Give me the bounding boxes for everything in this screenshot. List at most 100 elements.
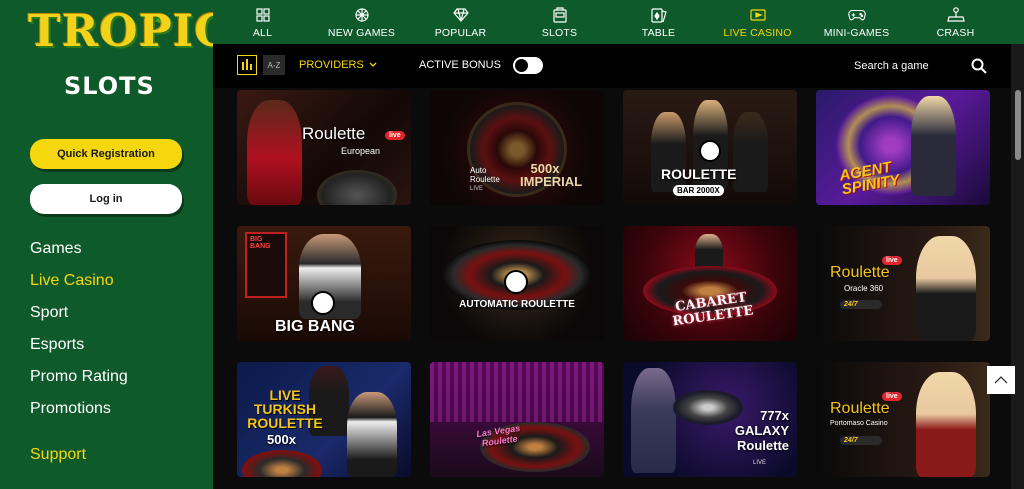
cards-icon [650,7,668,23]
sidebar-item-support[interactable]: Support [30,446,86,464]
game-title: BIG BANG [275,318,355,335]
game-subtitle: 500x [267,432,296,447]
game-subtitle: Portomaso Casino [830,420,888,427]
dealer-image [916,236,976,341]
game-grid: Roulette live European Auto Roulette LIV… [237,90,991,477]
sort-az-button[interactable]: A-Z [263,55,285,75]
game-tile-auto-roulette-imperial[interactable]: Auto Roulette LIVE 500x IMPERIAL [430,90,604,205]
tab-popular[interactable]: POPULAR [411,0,510,44]
search-input[interactable]: Search a game [854,60,929,72]
live-badge: LIVE [753,460,767,466]
game-title: Roulette [830,400,890,417]
bar-chart-icon [242,62,244,70]
scroll-to-top-button[interactable] [987,366,1015,394]
category-nav: ALL NEW GAMES POPULAR SLOTS TABLE LIVE C… [213,0,1024,44]
game-tile-las-vegas-roulette[interactable]: Las Vegas Roulette [430,362,604,477]
game-tile-cabaret-roulette[interactable]: CABARET ROULETTE [623,226,797,341]
game-tile-big-bang[interactable]: BIG BANG BIG BANG [237,226,411,341]
game-title: LIVE TURKISH ROULETTE [247,387,323,431]
logo-emblem-icon [699,140,721,162]
game-subtitle: European [341,146,381,156]
filter-bar: A-Z PROVIDERS ACTIVE BONUS Search a game [213,44,1011,88]
sidebar-item-esports[interactable]: Esports [30,334,128,366]
bar-chart-icon [246,59,248,70]
hours-label: 24/7 [844,301,858,308]
game-tile-roulette-portomaso[interactable]: live Roulette Portomaso Casino 24/7 [816,362,990,477]
diamond-icon [452,7,470,23]
grid-icon [254,7,272,23]
game-title: Auto Roulette [470,166,500,184]
game-subtitle: Oracle 360 [844,284,884,293]
scrollbar-thumb[interactable] [1015,90,1021,160]
slot-machine-icon [551,7,569,23]
roulette-wheel-image [317,170,397,205]
dealer-image [247,100,302,205]
toggle-knob [515,59,528,72]
sort-popularity-button[interactable] [237,55,257,75]
active-bonus-label: ACTIVE BONUS [419,59,501,71]
tab-label: ALL [252,27,273,39]
tab-label: POPULAR [434,27,487,39]
live-video-icon [749,7,767,23]
gamepad-icon [847,7,866,23]
sidebar-item-promotions[interactable]: Promotions [30,398,128,430]
hours-label: 24/7 [844,437,858,444]
live-badge: live [385,131,405,140]
tab-label: SLOTS [541,27,578,39]
logo-emblem-icon [504,270,528,294]
tab-table[interactable]: TABLE [609,0,708,44]
tab-new-games[interactable]: NEW GAMES [312,0,411,44]
sparkle-icon [353,7,371,23]
tab-label: CRASH [936,27,975,39]
dealer-image [916,372,976,477]
game-title: Roulette [830,264,890,281]
game-tile-roulette-bar-2000x[interactable]: ROULETTE BAR 2000X [623,90,797,205]
tab-label: MINI-GAMES [823,27,890,39]
providers-label: PROVIDERS [299,59,364,71]
site-logo[interactable]: TROPIC SLOTS [28,6,229,100]
sidebar: TROPIC SLOTS Quick Registration Log in G… [0,0,229,489]
chevron-down-icon [369,62,377,67]
search-icon[interactable] [971,58,987,79]
sidebar-item-games[interactable]: Games [30,238,128,270]
sidebar-item-promo-rating[interactable]: Promo Rating [30,366,128,398]
sidebar-nav: Games Live Casino Sport Esports Promo Ra… [30,238,128,430]
dealer-image [733,112,768,192]
active-bonus-toggle[interactable] [513,57,543,74]
bar-chart-icon [250,64,252,70]
game-title: 777x GALAXY Roulette [734,408,789,453]
providers-dropdown[interactable]: PROVIDERS [299,59,377,71]
game-tile-777x-galaxy-roulette[interactable]: 777x GALAXY Roulette LIVE [623,362,797,477]
game-title: ROULETTE [661,166,737,182]
sidebar-item-live-casino[interactable]: Live Casino [30,270,128,302]
logo-text-bottom: SLOTS [64,72,155,100]
game-tile-automatic-roulette[interactable]: AUTOMATIC ROULETTE [430,226,604,341]
tab-all[interactable]: ALL [213,0,312,44]
jackpot-sign-title: BIG BANG [250,236,271,250]
live-badge: LIVE [470,186,484,192]
game-subtitle: BAR 2000X [673,185,724,196]
led-wall-background [430,362,604,422]
game-tile-agent-spinity[interactable]: AGENT SPINITY [816,90,990,205]
game-tile-roulette-oracle-360[interactable]: live Roulette Oracle 360 24/7 [816,226,990,341]
tab-mini-games[interactable]: MINI-GAMES [807,0,906,44]
game-tile-live-turkish-roulette[interactable]: LIVE TURKISH ROULETTE 500x [237,362,411,477]
game-title: AUTOMATIC ROULETTE [459,299,575,310]
hours-badge: 24/7 [840,300,882,309]
tab-label: NEW GAMES [327,27,396,39]
logo-emblem-icon [311,291,335,315]
tab-label: TABLE [641,27,676,39]
quick-registration-button[interactable]: Quick Registration [30,139,182,169]
game-title: Roulette [302,124,366,143]
dealer-image [347,392,397,477]
sidebar-item-sport[interactable]: Sport [30,302,128,334]
tab-slots[interactable]: SLOTS [510,0,609,44]
tab-live-casino[interactable]: LIVE CASINO [708,0,807,44]
tab-crash[interactable]: CRASH [906,0,1005,44]
joystick-icon [946,7,965,23]
tab-label: LIVE CASINO [723,27,792,39]
login-button[interactable]: Log in [30,184,182,214]
game-tile-roulette-european[interactable]: Roulette live European [237,90,411,205]
game-subtitle: 500x IMPERIAL [520,161,583,189]
chevron-up-icon [994,376,1008,384]
